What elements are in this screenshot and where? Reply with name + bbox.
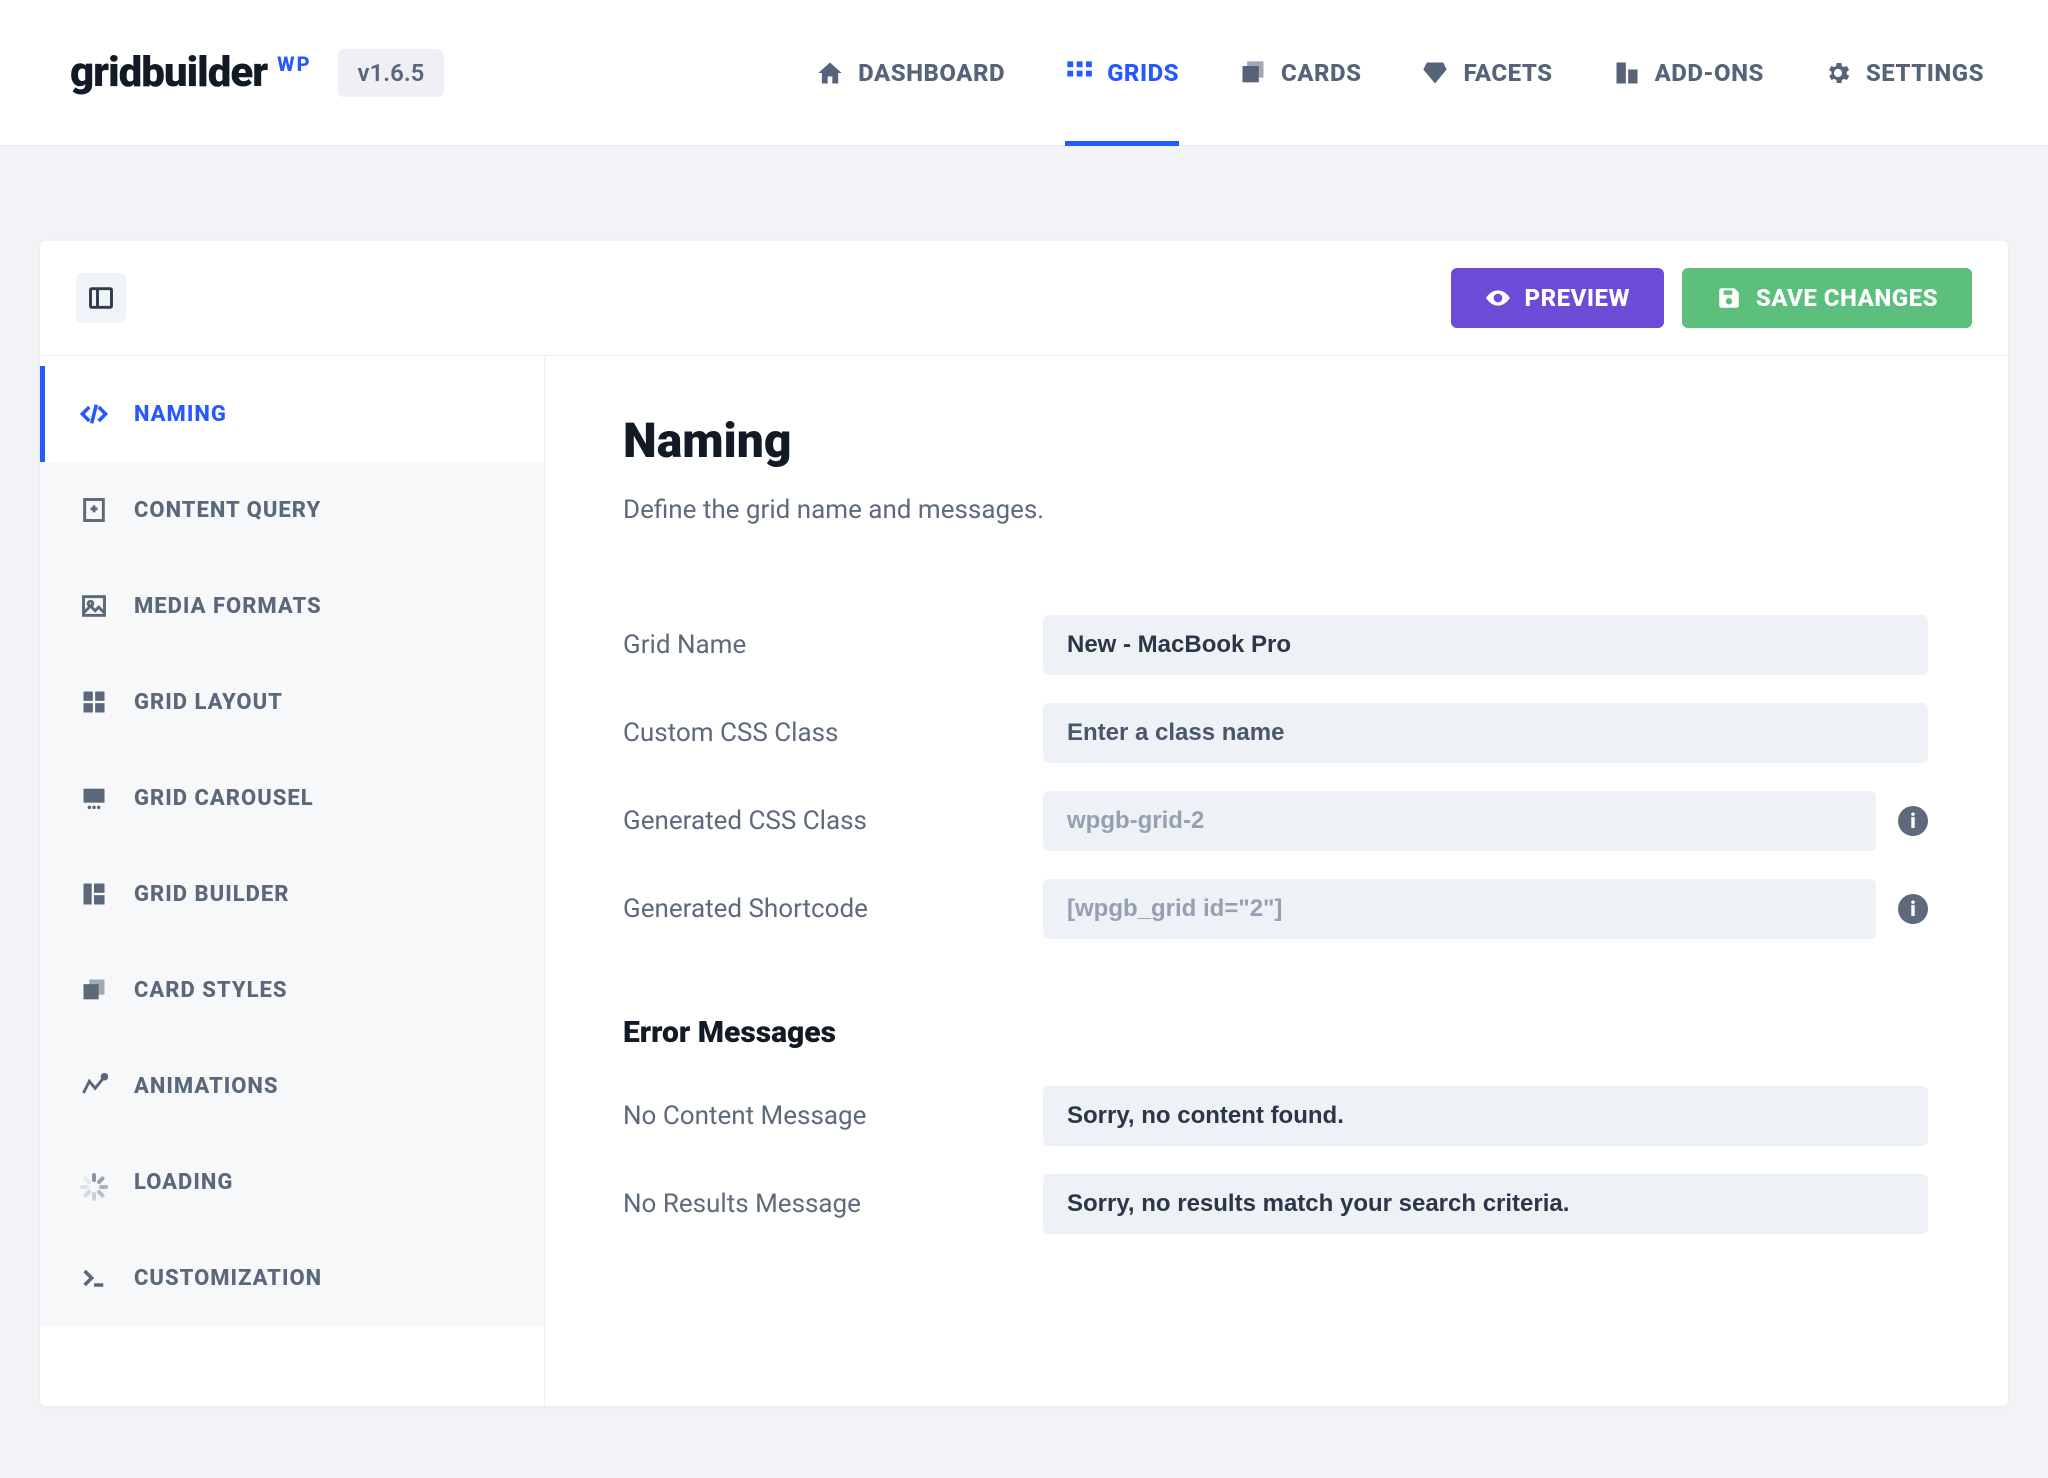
field-label: No Results Message <box>623 1189 1043 1219</box>
addons-icon <box>1613 59 1641 87</box>
nav-dashboard[interactable]: DASHBOARD <box>816 0 1005 145</box>
terminal-icon <box>80 1264 108 1292</box>
button-label: PREVIEW <box>1525 284 1630 312</box>
sidebar-item-label: GRID CAROUSEL <box>134 786 314 811</box>
save-button[interactable]: SAVE CHANGES <box>1682 268 1972 328</box>
sidebar-item-label: CONTENT QUERY <box>134 498 321 523</box>
home-icon <box>816 59 844 87</box>
no-content-input[interactable] <box>1043 1086 1928 1146</box>
sidebar-item-label: MEDIA FORMATS <box>134 594 322 619</box>
brand-logo: gridbuilder <box>70 48 267 97</box>
animations-icon <box>80 1072 108 1100</box>
panel-left-icon <box>87 284 115 312</box>
sidebar-item-label: NAMING <box>134 402 227 427</box>
field-label: No Content Message <box>623 1101 1043 1131</box>
top-nav: DASHBOARD GRIDS CARDS FACETS ADD-ONS SET… <box>816 0 1984 145</box>
section-heading-errors: Error Messages <box>623 1015 1928 1050</box>
sidebar-item-media-formats[interactable]: MEDIA FORMATS <box>40 558 544 654</box>
sidebar-item-label: GRID LAYOUT <box>134 690 283 715</box>
layout-grid-icon <box>80 688 108 716</box>
nav-grids[interactable]: GRIDS <box>1065 1 1179 146</box>
builder-icon <box>80 880 108 908</box>
nav-addons[interactable]: ADD-ONS <box>1613 0 1764 145</box>
nav-settings[interactable]: SETTINGS <box>1824 0 1984 145</box>
sidebar-item-animations[interactable]: ANIMATIONS <box>40 1038 544 1134</box>
sidebar-item-label: CUSTOMIZATION <box>134 1266 322 1291</box>
row-custom-css-class: Custom CSS Class <box>623 703 1928 763</box>
sidebar-item-card-styles[interactable]: CARD STYLES <box>40 942 544 1038</box>
version-badge: v1.6.5 <box>338 49 445 97</box>
sidebar-item-customization[interactable]: CUSTOMIZATION <box>40 1230 544 1326</box>
top-bar: gridbuilder WP v1.6.5 DASHBOARD GRIDS CA… <box>0 0 2048 146</box>
grid-name-input[interactable] <box>1043 615 1928 675</box>
nav-label: GRIDS <box>1107 59 1179 87</box>
field-label: Grid Name <box>623 630 1043 660</box>
panel-toolbar: PREVIEW SAVE CHANGES <box>40 241 2008 356</box>
nav-label: SETTINGS <box>1866 59 1984 87</box>
cards-icon <box>1239 59 1267 87</box>
gear-icon <box>1824 59 1852 87</box>
custom-css-class-input[interactable] <box>1043 703 1928 763</box>
settings-sidebar: NAMING CONTENT QUERY MEDIA FORMATS GRID … <box>40 356 545 1406</box>
content-area: Naming Define the grid name and messages… <box>545 356 2008 1406</box>
preview-button[interactable]: PREVIEW <box>1451 268 1664 328</box>
page-title: Naming <box>623 412 1928 469</box>
generated-css-class-input[interactable] <box>1043 791 1876 851</box>
sidebar-item-naming[interactable]: NAMING <box>40 366 544 462</box>
field-label: Custom CSS Class <box>623 718 1043 748</box>
field-label: Generated CSS Class <box>623 806 1043 836</box>
no-results-input[interactable] <box>1043 1174 1928 1234</box>
nav-label: CARDS <box>1281 59 1361 87</box>
save-icon <box>1716 285 1742 311</box>
spinner-icon <box>80 1168 108 1196</box>
diamond-icon <box>1421 59 1449 87</box>
carousel-icon <box>80 784 108 812</box>
code-icon <box>80 400 108 428</box>
row-grid-name: Grid Name <box>623 615 1928 675</box>
info-icon[interactable]: i <box>1898 894 1928 924</box>
nav-label: FACETS <box>1463 59 1552 87</box>
sidebar-item-label: LOADING <box>134 1170 233 1195</box>
sidebar-item-label: GRID BUILDER <box>134 882 289 907</box>
row-gen-css-class: Generated CSS Class i <box>623 791 1928 851</box>
image-icon <box>80 592 108 620</box>
sidebar-toggle-button[interactable] <box>76 273 126 323</box>
field-label: Generated Shortcode <box>623 894 1043 924</box>
row-gen-shortcode: Generated Shortcode i <box>623 879 1928 939</box>
info-icon[interactable]: i <box>1898 806 1928 836</box>
nav-cards[interactable]: CARDS <box>1239 0 1361 145</box>
sidebar-item-label: CARD STYLES <box>134 978 287 1003</box>
grid-icon <box>1065 59 1093 87</box>
sidebar-item-grid-layout[interactable]: GRID LAYOUT <box>40 654 544 750</box>
sidebar-item-content-query[interactable]: CONTENT QUERY <box>40 462 544 558</box>
nav-label: DASHBOARD <box>858 59 1005 87</box>
nav-label: ADD-ONS <box>1655 59 1764 87</box>
row-no-results: No Results Message <box>623 1174 1928 1234</box>
button-label: SAVE CHANGES <box>1756 284 1938 312</box>
generated-shortcode-input[interactable] <box>1043 879 1876 939</box>
row-no-content: No Content Message <box>623 1086 1928 1146</box>
sidebar-item-grid-builder[interactable]: GRID BUILDER <box>40 846 544 942</box>
nav-facets[interactable]: FACETS <box>1421 0 1552 145</box>
brand-sup: WP <box>277 52 311 76</box>
page-subtitle: Define the grid name and messages. <box>623 495 1928 525</box>
card-styles-icon <box>80 976 108 1004</box>
editor-panel: PREVIEW SAVE CHANGES NAMING CONTENT QUER… <box>40 241 2008 1406</box>
eye-icon <box>1485 285 1511 311</box>
sidebar-item-grid-carousel[interactable]: GRID CAROUSEL <box>40 750 544 846</box>
sidebar-item-label: ANIMATIONS <box>134 1074 279 1099</box>
brand: gridbuilder WP <box>70 48 312 97</box>
document-plus-icon <box>80 496 108 524</box>
sidebar-item-loading[interactable]: LOADING <box>40 1134 544 1230</box>
